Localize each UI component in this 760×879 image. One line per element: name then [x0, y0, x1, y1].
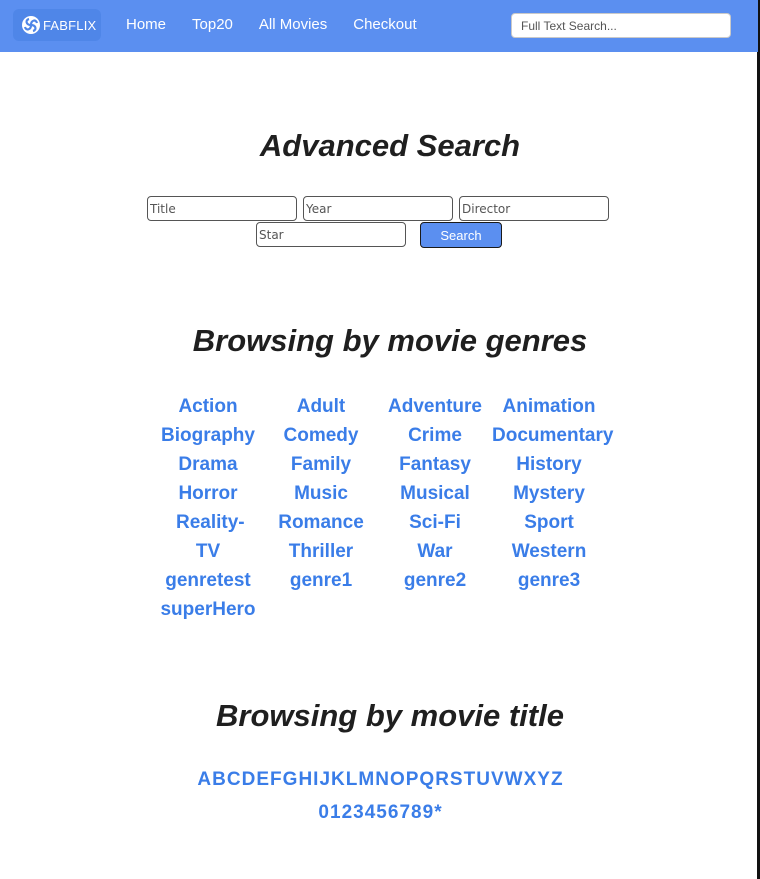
genre-link[interactable]: Action: [152, 392, 264, 421]
genre-link[interactable]: genre2: [378, 566, 492, 595]
brand-name: FABFLIX: [43, 17, 97, 33]
letter-link[interactable]: I: [313, 769, 318, 791]
letter-link[interactable]: V: [491, 769, 504, 791]
genre-link[interactable]: genre3: [492, 566, 606, 595]
genre-link[interactable]: Animation: [492, 392, 606, 421]
genre-link[interactable]: Thriller: [264, 537, 378, 566]
digit-link[interactable]: 7: [399, 802, 410, 824]
nav-top20[interactable]: Top20: [192, 16, 233, 33]
genre-link[interactable]: Mystery: [492, 479, 606, 508]
genre-link[interactable]: genre1: [264, 566, 378, 595]
genre-link[interactable]: Documentary: [492, 421, 613, 450]
genre-link[interactable]: Fantasy: [378, 450, 492, 479]
genre-link[interactable]: Music: [264, 479, 378, 508]
genre-link[interactable]: genretest: [152, 566, 264, 595]
digit-links: 0123456789*: [0, 802, 760, 824]
genre-link[interactable]: Musical: [378, 479, 492, 508]
digit-link[interactable]: 8: [411, 802, 422, 824]
letter-link[interactable]: A: [197, 769, 211, 791]
genre-link[interactable]: History: [492, 450, 606, 479]
letter-link[interactable]: Q: [419, 769, 434, 791]
letter-link[interactable]: W: [505, 769, 523, 791]
title-field[interactable]: [147, 196, 297, 221]
genre-link[interactable]: Adventure: [378, 392, 492, 421]
swirl-logo-icon: [22, 16, 40, 34]
letter-link[interactable]: K: [331, 769, 345, 791]
letter-link[interactable]: T: [464, 769, 476, 791]
digit-link[interactable]: 1: [330, 802, 341, 824]
director-field[interactable]: [459, 196, 609, 221]
star-field[interactable]: [256, 222, 406, 247]
letter-link[interactable]: N: [375, 769, 389, 791]
advanced-search-button[interactable]: Search: [420, 222, 502, 248]
genre-link[interactable]: Drama: [152, 450, 264, 479]
digit-link[interactable]: 5: [376, 802, 387, 824]
genre-link[interactable]: Sport: [492, 508, 606, 537]
letter-link[interactable]: M: [358, 769, 374, 791]
letter-link[interactable]: O: [390, 769, 405, 791]
letter-link[interactable]: E: [256, 769, 269, 791]
genre-link[interactable]: Crime: [378, 421, 492, 450]
genre-link[interactable]: Horror: [152, 479, 264, 508]
digit-link[interactable]: 6: [388, 802, 399, 824]
genre-link[interactable]: Family: [264, 450, 378, 479]
advanced-search-heading: Advanced Search: [259, 128, 521, 163]
genre-link[interactable]: Romance: [264, 508, 378, 537]
letter-link[interactable]: Y: [537, 769, 550, 791]
genre-link[interactable]: Western: [492, 537, 606, 566]
letter-link[interactable]: H: [298, 769, 312, 791]
genre-link[interactable]: Biography: [152, 421, 264, 450]
letter-link[interactable]: S: [450, 769, 463, 791]
digit-link[interactable]: 4: [365, 802, 376, 824]
letter-link[interactable]: F: [270, 769, 282, 791]
full-text-search-input[interactable]: [511, 13, 731, 38]
digit-link[interactable]: 0: [318, 802, 329, 824]
genre-grid: Action Adult Adventure Animation Biography Co…: [152, 392, 613, 624]
letter-link[interactable]: U: [476, 769, 490, 791]
nav-links: Home Top20 All Movies Checkout: [126, 16, 443, 33]
letter-links: ABCDEFGHIJKLMNOPQRSTUVWXYZ: [0, 769, 760, 791]
letter-link[interactable]: D: [242, 769, 256, 791]
year-field[interactable]: [303, 196, 453, 221]
genre-link[interactable]: Reality-TV: [168, 508, 248, 566]
top-navbar: FABFLIX Home Top20 All Movies Checkout: [0, 0, 758, 52]
digit-link[interactable]: 2: [342, 802, 353, 824]
genre-link[interactable]: War: [378, 537, 492, 566]
genres-heading: Browsing by movie genres: [192, 323, 588, 358]
letter-link[interactable]: Z: [551, 769, 563, 791]
letter-link[interactable]: C: [227, 769, 241, 791]
digit-link[interactable]: 9: [423, 802, 434, 824]
nav-all-movies[interactable]: All Movies: [259, 16, 327, 33]
digit-link[interactable]: *: [434, 802, 441, 824]
digit-link[interactable]: 3: [353, 802, 364, 824]
genre-link[interactable]: Sci-Fi: [378, 508, 492, 537]
letter-link[interactable]: B: [212, 769, 226, 791]
titles-heading: Browsing by movie title: [216, 698, 564, 733]
letter-link[interactable]: J: [319, 769, 330, 791]
letter-link[interactable]: G: [283, 769, 298, 791]
genre-link[interactable]: superHero: [152, 595, 264, 624]
genre-link[interactable]: Comedy: [264, 421, 378, 450]
nav-checkout[interactable]: Checkout: [353, 16, 416, 33]
brand-logo[interactable]: FABFLIX: [13, 9, 101, 41]
letter-link[interactable]: X: [524, 769, 537, 791]
nav-home[interactable]: Home: [126, 16, 166, 33]
letter-link[interactable]: R: [435, 769, 449, 791]
letter-link[interactable]: P: [406, 769, 419, 791]
letter-link[interactable]: L: [346, 769, 358, 791]
genre-link[interactable]: Adult: [264, 392, 378, 421]
